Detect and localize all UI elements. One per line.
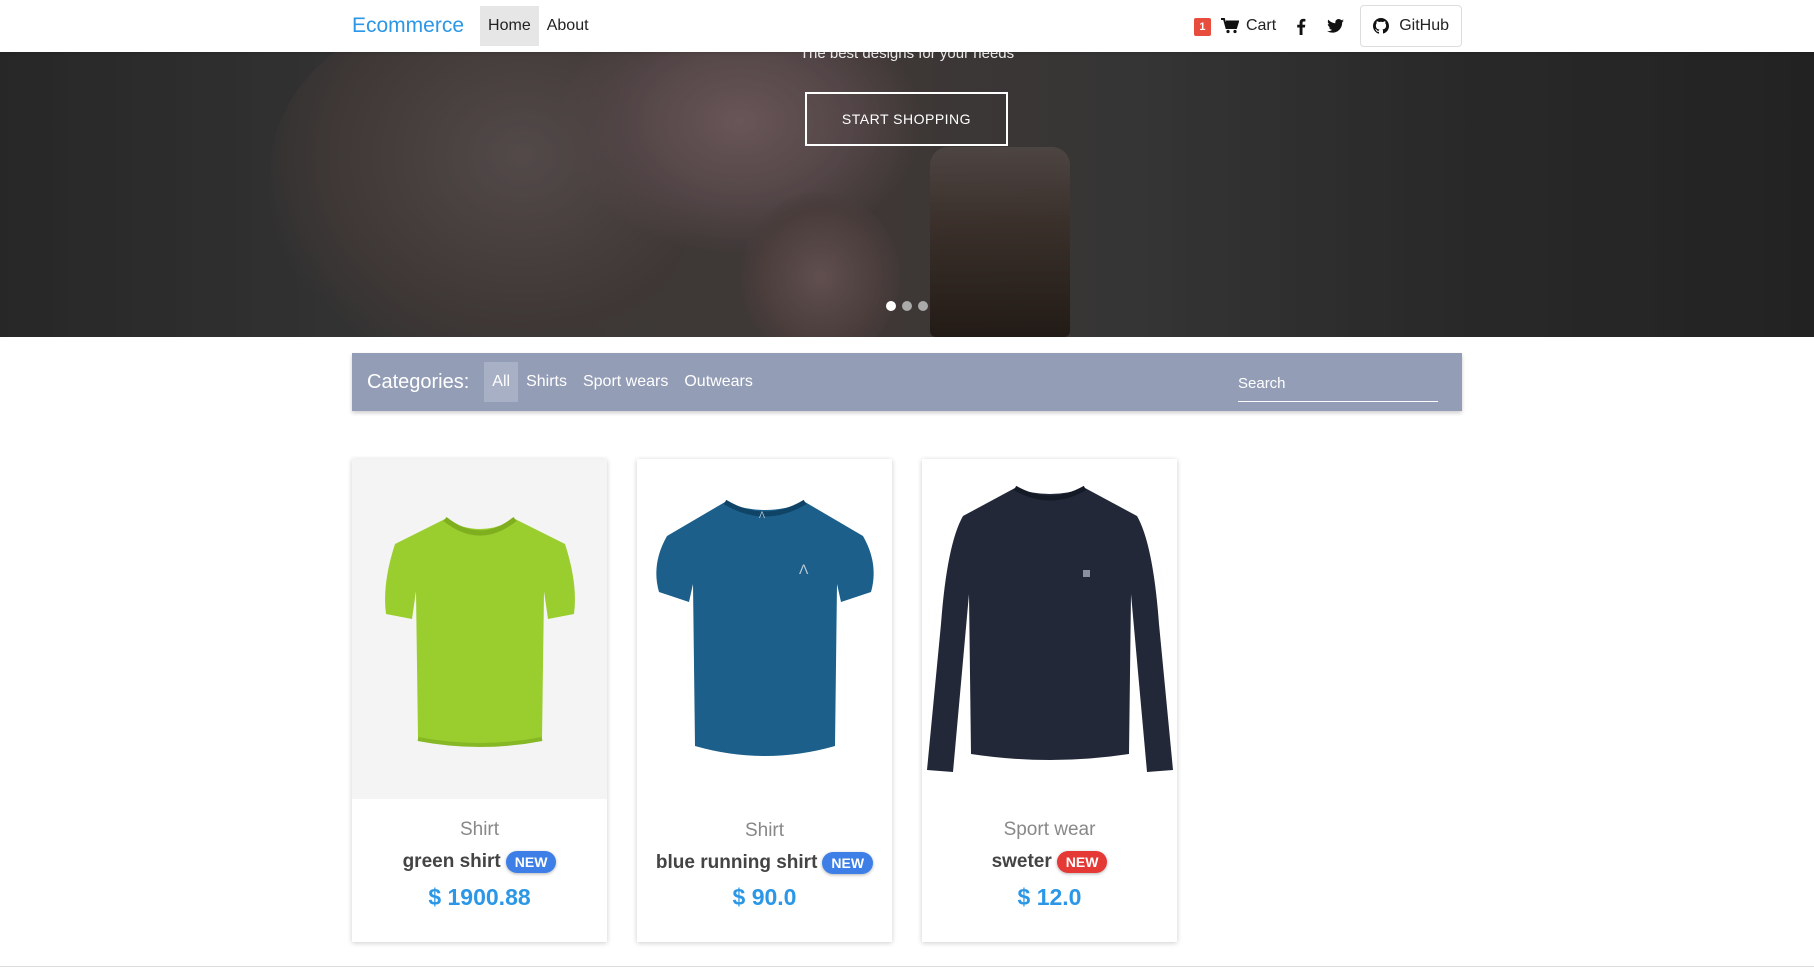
product-image[interactable] xyxy=(922,459,1177,799)
product-price: $ 12.0 xyxy=(1017,884,1082,910)
nav-link-home[interactable]: Home xyxy=(480,6,539,46)
carousel-dot-1[interactable] xyxy=(886,301,896,311)
new-badge: NEW xyxy=(822,852,874,874)
github-icon xyxy=(1373,18,1390,34)
product-category: Sport wear xyxy=(1003,819,1096,840)
hero-subtitle: The best designs for your needs xyxy=(799,52,1015,62)
product-card[interactable]: Sport wear sweter NEW $ 12.0 xyxy=(922,459,1177,942)
category-outwears[interactable]: Outwears xyxy=(676,362,760,402)
product-price: $ 90.0 xyxy=(732,884,797,910)
github-label: GitHub xyxy=(1399,17,1449,34)
navy-sweater-icon xyxy=(926,485,1173,772)
facebook-icon xyxy=(1297,18,1306,35)
svg-text:Λ: Λ xyxy=(759,510,765,520)
footer-divider xyxy=(0,966,1814,967)
product-name[interactable]: green shirt xyxy=(403,851,501,873)
product-name[interactable]: blue running shirt xyxy=(656,852,818,874)
category-all[interactable]: All xyxy=(484,362,519,402)
cart-icon xyxy=(1220,18,1239,34)
product-category: Shirt xyxy=(744,820,785,841)
product-image[interactable] xyxy=(352,459,607,799)
navbar-inner: Ecommerce Home About 1 Cart GitHub xyxy=(352,0,1462,52)
product-card[interactable]: Λ Λ Shirt blue running shirt NEW $ 90.0 xyxy=(637,459,892,942)
new-badge: NEW xyxy=(505,851,557,873)
product-name-row: blue running shirt NEW xyxy=(637,852,892,874)
product-name[interactable]: sweter xyxy=(992,851,1052,873)
cart-label: Cart xyxy=(1245,17,1277,34)
facebook-link[interactable] xyxy=(1292,17,1310,35)
twitter-icon xyxy=(1326,19,1344,33)
navbar: Ecommerce Home About 1 Cart GitHub xyxy=(0,0,1814,52)
new-badge: NEW xyxy=(1056,851,1108,873)
carousel-dot-2[interactable] xyxy=(902,301,912,311)
carousel-dot-3[interactable] xyxy=(918,301,928,311)
hero-carousel: The best designs for your needs START SH… xyxy=(0,52,1814,337)
product-name-row: sweter NEW xyxy=(922,851,1177,873)
start-shopping-button[interactable]: START SHOPPING xyxy=(805,92,1008,146)
twitter-link[interactable] xyxy=(1326,17,1344,35)
github-button[interactable]: GitHub xyxy=(1360,5,1462,47)
cart-count-badge: 1 xyxy=(1193,18,1211,36)
categories-bar: Categories: All Shirts Sport wears Outwe… xyxy=(352,353,1462,411)
product-name-row: green shirt NEW xyxy=(352,851,607,873)
navbar-right: 1 Cart GitHub xyxy=(1193,0,1462,52)
svg-text:Λ: Λ xyxy=(799,561,809,577)
categories-title: Categories: xyxy=(367,370,470,393)
blue-tshirt-icon: Λ Λ xyxy=(655,499,874,756)
product-price: $ 1900.88 xyxy=(428,884,531,910)
carousel-indicators xyxy=(0,301,1814,311)
product-card[interactable]: Shirt green shirt NEW $ 1900.88 xyxy=(352,459,607,942)
brand-logo[interactable]: Ecommerce xyxy=(352,14,464,38)
product-category: Shirt xyxy=(459,819,500,840)
cart-link[interactable]: Cart xyxy=(1220,17,1277,35)
product-image[interactable]: Λ Λ xyxy=(637,459,892,799)
nav-link-about[interactable]: About xyxy=(539,6,597,46)
category-sport-wears[interactable]: Sport wears xyxy=(575,362,676,402)
green-tshirt-icon xyxy=(384,517,575,747)
search-input[interactable] xyxy=(1238,368,1438,398)
search-field xyxy=(1238,368,1438,402)
category-shirts[interactable]: Shirts xyxy=(518,362,575,402)
